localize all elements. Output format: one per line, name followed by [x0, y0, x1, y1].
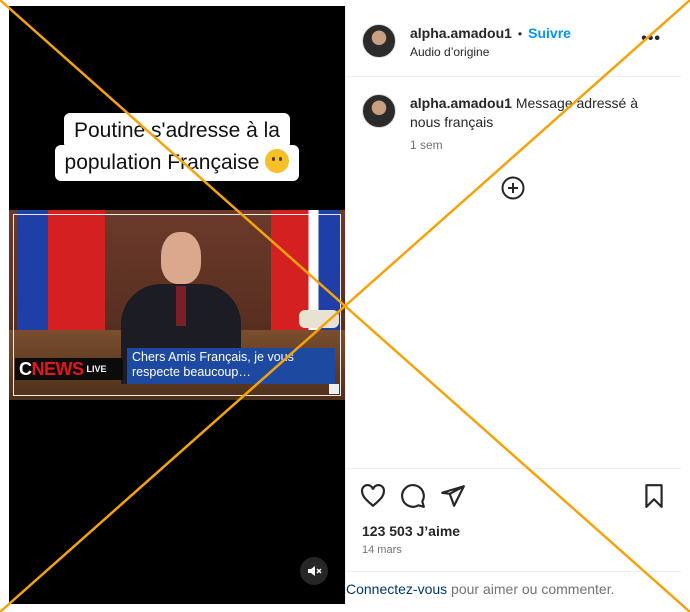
likes-count[interactable]: 123 503 J’aime — [362, 523, 460, 539]
cnews-logo: CNEWS LIVE — [15, 358, 123, 380]
video-frame: CNEWS LIVE Chers Amis Français, je vous … — [9, 210, 345, 400]
send-icon[interactable] — [440, 483, 466, 509]
comment-time: 1 sem — [410, 138, 443, 152]
comment-username[interactable]: alpha.amadou1 — [410, 95, 512, 111]
post-date: 14 mars — [362, 544, 402, 556]
action-bar — [346, 468, 681, 521]
add-circle-icon[interactable] — [501, 176, 525, 200]
reel-video[interactable]: Poutine s'adresse à la population França… — [9, 6, 345, 604]
speaker-muted-icon — [308, 566, 322, 576]
caption-line-1: Poutine s'adresse à la — [64, 113, 290, 149]
thinking-face-emoji-icon — [265, 149, 290, 173]
comment-avatar[interactable] — [362, 94, 396, 128]
mute-button[interactable] — [300, 557, 328, 585]
comment-icon[interactable] — [400, 483, 426, 509]
post-panel: alpha.amadou1 • Suivre Audio d’origine •••… — [345, 6, 681, 604]
avatar[interactable] — [362, 24, 396, 58]
login-link[interactable]: Connectez-vous — [346, 581, 447, 597]
login-prompt: Connectez-vous pour aimer ou commenter. — [346, 571, 681, 604]
video-subtitle: Chers Amis Français, je vous respecte be… — [127, 348, 335, 384]
login-prompt-text: pour aimer ou commenter. — [447, 581, 615, 597]
caption-line-2: population Française — [54, 145, 300, 181]
corner-watermark — [329, 384, 339, 394]
post-header: alpha.amadou1 • Suivre Audio d’origine ••• — [346, 6, 681, 77]
caption-line-2-text: population Française — [64, 151, 260, 174]
more-options-icon[interactable]: ••• — [641, 30, 661, 48]
separator-dot: • — [517, 27, 523, 41]
heart-icon[interactable] — [360, 483, 386, 509]
cnews-logo-c: C — [19, 358, 32, 379]
audio-label[interactable]: Audio d’origine — [410, 45, 489, 59]
header-username[interactable]: alpha.amadou1 — [410, 25, 512, 41]
comment-text: alpha.amadou1 Message adressé à nous fra… — [410, 94, 650, 132]
cnews-logo-news: NEWS — [31, 358, 85, 379]
video-caption: Poutine s'adresse à la population França… — [9, 113, 345, 181]
bookmark-icon[interactable] — [641, 483, 667, 509]
follow-button[interactable]: Suivre — [528, 25, 571, 41]
live-badge: LIVE — [86, 364, 107, 374]
header-user-line: alpha.amadou1 • Suivre — [410, 25, 571, 41]
